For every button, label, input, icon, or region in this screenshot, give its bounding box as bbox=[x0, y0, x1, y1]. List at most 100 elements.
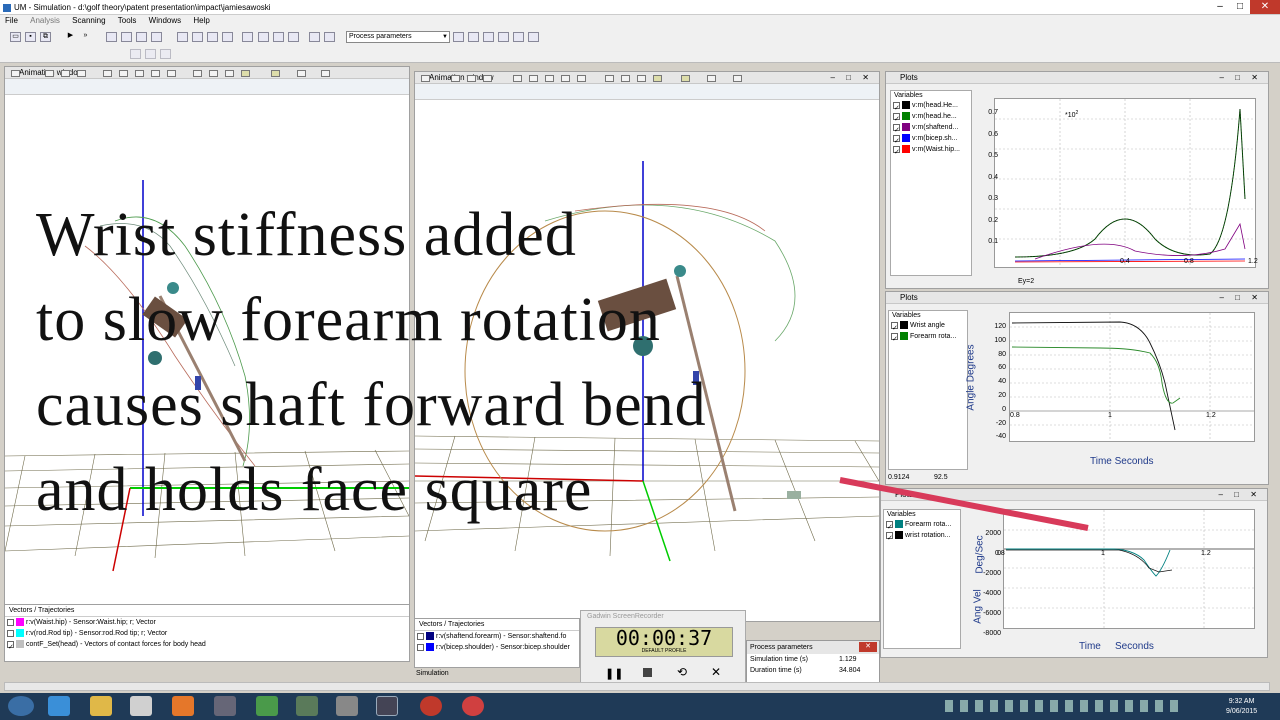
app-icon-gear[interactable] bbox=[336, 696, 358, 716]
sub-icon-3[interactable] bbox=[160, 49, 171, 59]
close-icon[interactable]: ✕ bbox=[1250, 0, 1280, 14]
process-select[interactable]: Process parameters ▼ bbox=[346, 31, 450, 43]
anim-tool-icon[interactable] bbox=[321, 70, 330, 77]
close-icon[interactable]: ✕ bbox=[862, 72, 869, 84]
variable-checkbox[interactable]: ✓ bbox=[893, 134, 900, 144]
close-icon[interactable]: ✕ bbox=[1251, 72, 1258, 84]
window-icon-2[interactable] bbox=[121, 32, 132, 42]
stop-icon[interactable] bbox=[643, 668, 652, 677]
anim-tool-icon[interactable] bbox=[653, 75, 662, 82]
minimize-icon[interactable]: – bbox=[1220, 72, 1224, 84]
vector-checkbox[interactable] bbox=[417, 632, 424, 640]
copy-icon[interactable]: ⧉ bbox=[40, 32, 51, 42]
minimize-icon[interactable]: – bbox=[831, 72, 835, 84]
anim-tool-icon[interactable] bbox=[707, 75, 716, 82]
anim-tool-icon[interactable] bbox=[271, 70, 280, 77]
param-icon-4[interactable] bbox=[498, 32, 509, 42]
anim-tool-icon[interactable] bbox=[167, 70, 176, 77]
vector-row[interactable]: r:v(bicep.shoulder) - Sensor:bicep.shoul… bbox=[415, 642, 579, 653]
variable-checkbox[interactable]: ✓ bbox=[893, 123, 900, 133]
chrome-icon[interactable] bbox=[256, 696, 278, 716]
media-icon[interactable] bbox=[130, 696, 152, 716]
variable-checkbox[interactable]: ✓ bbox=[893, 112, 900, 122]
tool-icon-1[interactable] bbox=[258, 32, 269, 42]
variable-checkbox[interactable]: ✓ bbox=[893, 145, 900, 155]
anim-tool-icon[interactable] bbox=[225, 70, 234, 77]
menu-analysis[interactable]: Analysis bbox=[30, 16, 60, 25]
menu-help[interactable]: Help bbox=[193, 16, 209, 25]
maximize-icon[interactable]: □ bbox=[1235, 72, 1240, 84]
menu-windows[interactable]: Windows bbox=[149, 16, 181, 25]
vector-checkbox[interactable] bbox=[7, 629, 14, 637]
param-icon-3[interactable] bbox=[483, 32, 494, 42]
anim-tool-icon[interactable] bbox=[103, 70, 112, 77]
vector-checkbox[interactable] bbox=[417, 643, 424, 651]
window-icon-4[interactable] bbox=[151, 32, 162, 42]
plot-variable[interactable]: ✓ v:m(head.He... bbox=[891, 100, 971, 111]
step-icon[interactable]: » bbox=[80, 32, 91, 42]
tile-icon-5[interactable] bbox=[242, 32, 253, 42]
clock[interactable]: 9:32 AM 9/06/2015 bbox=[1226, 697, 1257, 717]
menu-scanning[interactable]: Scanning bbox=[72, 16, 105, 25]
anim-tool-icon[interactable] bbox=[483, 75, 492, 82]
record-app-icon[interactable] bbox=[462, 696, 484, 716]
minimize-icon[interactable]: – bbox=[1220, 292, 1224, 304]
param-icon-5[interactable] bbox=[513, 32, 524, 42]
print-icon[interactable] bbox=[309, 32, 320, 42]
anim-tool-icon[interactable] bbox=[637, 75, 646, 82]
window-icon-1[interactable] bbox=[106, 32, 117, 42]
plot-variable[interactable]: ✓ v:m(shaftend... bbox=[891, 122, 971, 133]
anim-tool-icon[interactable] bbox=[513, 75, 522, 82]
anim-tool-icon[interactable] bbox=[529, 75, 538, 82]
loop-icon[interactable]: ⟲ bbox=[677, 665, 687, 679]
vector-checkbox[interactable] bbox=[7, 618, 14, 626]
maximize-icon[interactable]: □ bbox=[1230, 0, 1250, 14]
anim-tool-icon[interactable] bbox=[11, 70, 20, 77]
tile-icon-3[interactable] bbox=[207, 32, 218, 42]
anim-tool-icon[interactable] bbox=[193, 70, 202, 77]
menu-tools[interactable]: Tools bbox=[118, 16, 137, 25]
tile-icon-4[interactable] bbox=[222, 32, 233, 42]
folder-icon[interactable] bbox=[90, 696, 112, 716]
anim-tool-icon[interactable] bbox=[561, 75, 570, 82]
variable-checkbox[interactable]: ✓ bbox=[891, 321, 898, 331]
app-icon-globe[interactable] bbox=[296, 696, 318, 716]
plot-variable[interactable]: ✓ Wrist angle bbox=[889, 320, 967, 331]
anim-tool-icon[interactable] bbox=[577, 75, 586, 82]
close-icon[interactable]: ✕ bbox=[1251, 292, 1258, 304]
variable-checkbox[interactable]: ✓ bbox=[891, 332, 898, 342]
variable-checkbox[interactable]: ✓ bbox=[893, 101, 900, 111]
tool-icon-2[interactable] bbox=[273, 32, 284, 42]
tile-icon-2[interactable] bbox=[192, 32, 203, 42]
maximize-icon[interactable]: □ bbox=[1235, 292, 1240, 304]
maximize-icon[interactable]: □ bbox=[846, 72, 851, 84]
plot-variable[interactable]: ✓ v:m(Waist.hip... bbox=[891, 144, 971, 155]
anim-tool-icon[interactable] bbox=[119, 70, 128, 77]
tool-icon-3[interactable] bbox=[288, 32, 299, 42]
anim-tool-icon[interactable] bbox=[61, 70, 70, 77]
plot-variable[interactable]: ✓ v:m(head.he... bbox=[891, 111, 971, 122]
close-recorder-icon[interactable]: ✕ bbox=[711, 665, 721, 679]
messenger-icon[interactable] bbox=[214, 696, 236, 716]
anim-tool-icon[interactable] bbox=[621, 75, 630, 82]
maximize-icon[interactable]: □ bbox=[1234, 489, 1239, 501]
anim-tool-icon[interactable] bbox=[45, 70, 54, 77]
play-icon[interactable]: ▶ bbox=[65, 32, 76, 42]
param-icon-1[interactable] bbox=[453, 32, 464, 42]
param-icon-2[interactable] bbox=[468, 32, 479, 42]
recorder-icon[interactable] bbox=[420, 696, 442, 716]
sub-icon-1[interactable] bbox=[130, 49, 141, 59]
bottom-scrollbar[interactable] bbox=[4, 682, 1270, 691]
save-icon[interactable]: ▪ bbox=[25, 32, 36, 42]
anim-tool-icon[interactable] bbox=[77, 70, 86, 77]
anim-tool-icon[interactable] bbox=[545, 75, 554, 82]
anim-tool-icon[interactable] bbox=[605, 75, 614, 82]
plot-variable[interactable]: ✓ Forearm rota... bbox=[889, 331, 967, 342]
ie-icon[interactable] bbox=[48, 696, 70, 716]
close-icon[interactable]: ✕ bbox=[1250, 489, 1257, 501]
anim-tool-icon[interactable] bbox=[451, 75, 460, 82]
anim-tool-icon[interactable] bbox=[151, 70, 160, 77]
vector-row[interactable]: r:v(shaftend.forearm) - Sensor:shaftend.… bbox=[415, 631, 579, 642]
anim-tool-icon[interactable] bbox=[467, 75, 476, 82]
menu-file[interactable]: File bbox=[5, 16, 18, 25]
